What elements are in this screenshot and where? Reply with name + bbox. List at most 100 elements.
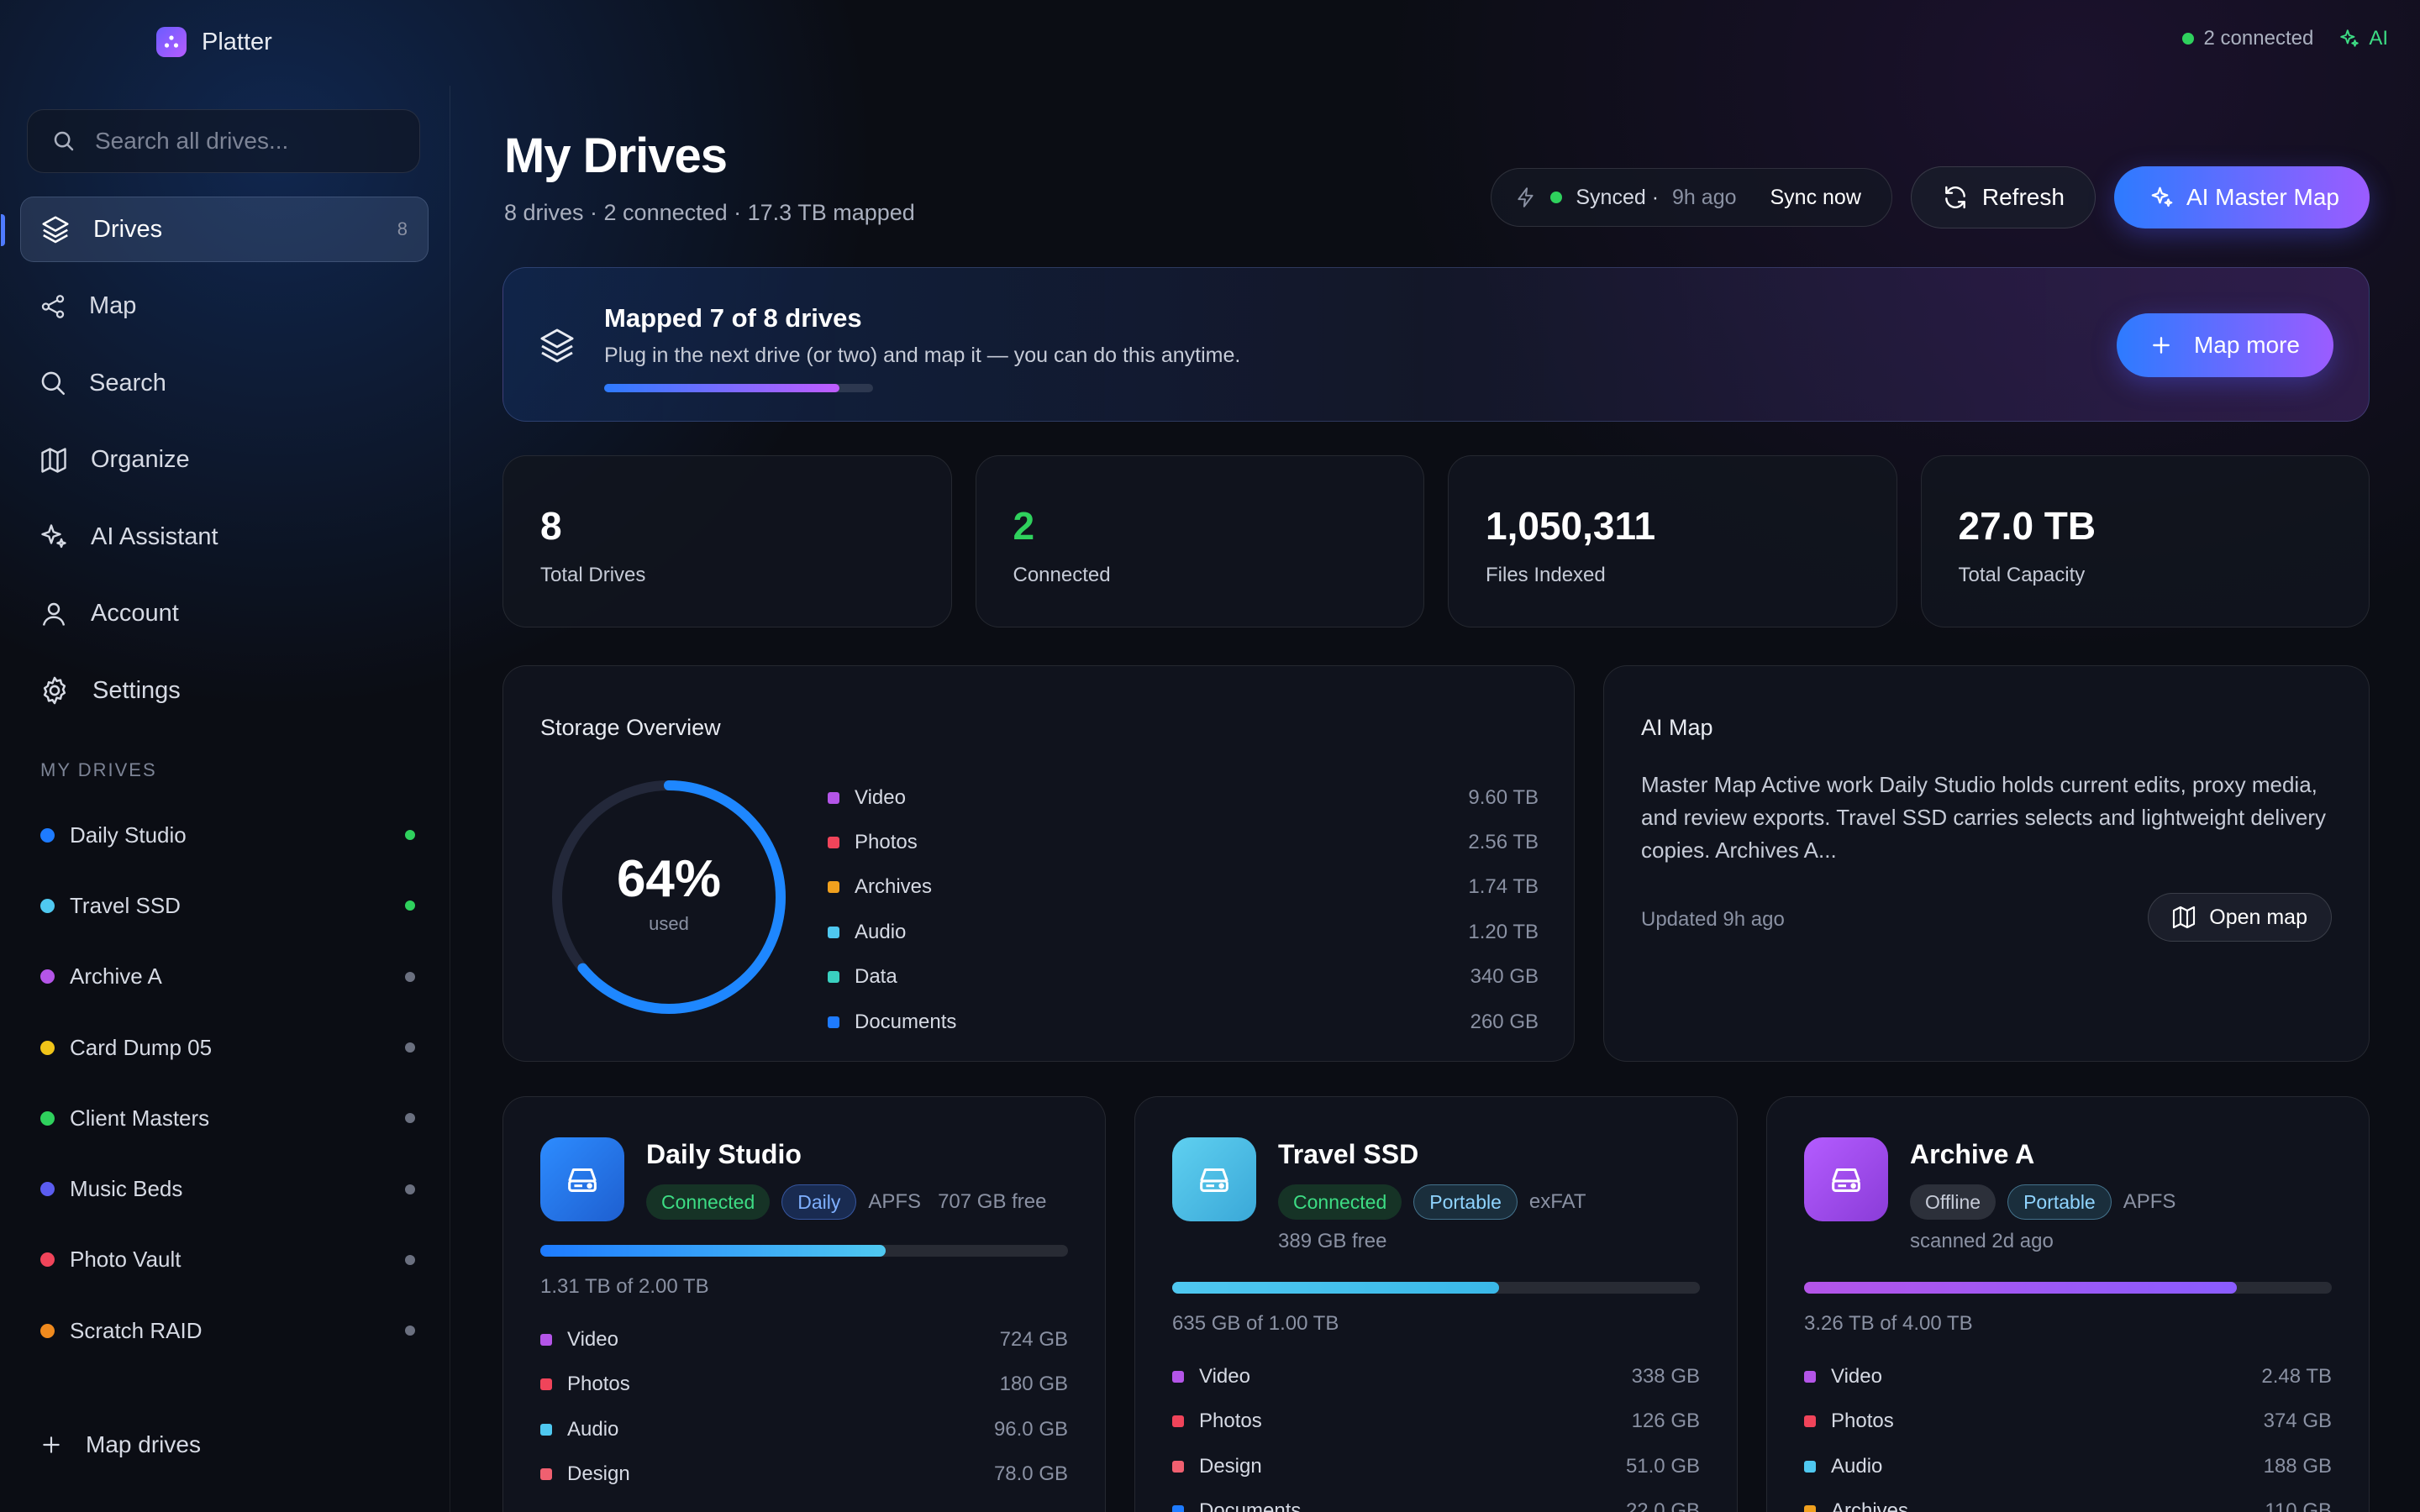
ai-label: AI [2369,27,2388,50]
nav-item-map[interactable]: Map [20,274,429,339]
drive-icon-tile [540,1137,624,1221]
sidebar-drive-scratch-raid[interactable]: Scratch RAID [40,1295,415,1366]
open-map-button[interactable]: Open map [2148,893,2332,942]
drive-color-dot [40,1182,55,1197]
category-value: 2.48 TB [2261,1364,2332,1388]
refresh-label: Refresh [1981,184,2065,210]
connection-status[interactable]: 2 connected [2181,27,2313,50]
map-icon [41,447,66,473]
sidebar-drive-archive-a[interactable]: Archive A [40,942,415,1012]
category-row: Audio 96.0 GB [540,1407,1068,1452]
connected-status-dot [405,830,415,841]
sidebar-drive-music-beds[interactable]: Music Beds [40,1153,415,1224]
ai-master-map-label: AI Master Map [2186,184,2339,210]
map-drives-label: Map drives [86,1431,201,1457]
legend-label: Video [855,785,906,809]
category-swatch [1804,1370,1816,1383]
legend-swatch [828,926,839,938]
capacity-text: 635 GB of 1.00 TB [1172,1312,1339,1335]
category-swatch [1804,1415,1816,1428]
category-value: 126 GB [1631,1410,1700,1433]
sidebar-drive-daily-studio[interactable]: Daily Studio [40,800,415,870]
drive-meta: exFAT [1528,1190,1586,1213]
sync-status-text: Synced · [1576,185,1660,209]
brand[interactable]: Platter [156,27,272,57]
ai-master-map-button[interactable]: AI Master Map [2113,166,2370,228]
nav-label: AI Assistant [91,522,218,550]
drive-name: Archive A [1910,1139,2035,1169]
sidebar-drive-travel-ssd[interactable]: Travel SSD [40,870,415,941]
category-list: Video 2.48 TB Photos 374 GB Audio 188 GB Ar… [1804,1354,2332,1512]
ai-button[interactable]: AI [2338,27,2388,50]
drive-color-dot [40,898,55,913]
category-label: Photos [1199,1410,1262,1433]
category-row: Video 724 GB [540,1317,1068,1362]
sync-time: 9h ago [1672,185,1737,209]
share-nodes-icon [41,294,65,318]
drive-name: Scratch RAID [70,1317,203,1343]
storage-overview-panel: Storage Overview 64% used Video 9.60 TB P… [502,665,1575,1062]
nav-item-drives[interactable]: Drives 8 [1,197,429,262]
nav-item-search[interactable]: Search [20,350,429,416]
sync-status-pill: Synced · 9h ago Sync now [1491,168,1892,227]
drive-color-dot [40,827,55,843]
legend-value: 1.74 TB [1468,875,1539,899]
drive-icon-tile [1804,1137,1888,1221]
nav-item-account[interactable]: Account [20,581,429,647]
stat-label: Total Capacity [1958,564,2086,586]
search-box[interactable] [27,109,420,173]
search-icon [41,371,66,396]
category-row: Video 338 GB [1172,1354,1700,1399]
legend-swatch [828,881,839,894]
map-more-button[interactable]: Map more [2116,313,2333,377]
plus-icon [2153,337,2170,354]
refresh-button[interactable]: Refresh [1910,166,2096,228]
category-value: 22.0 GB [1625,1499,1700,1512]
drive-card-daily-studio[interactable]: Daily Studio Connected Daily APFS 707 GB… [502,1096,1106,1512]
sync-now-button[interactable]: Sync now [1770,186,1861,210]
main-nav: Drives 8 Map Search Organize AI Assistan… [1,197,429,735]
legend-row: Data 340 GB [828,955,1539,1000]
usage-percent: 64% [616,850,722,908]
drive-name: Client Masters [70,1105,210,1131]
drive-card-archive-a[interactable]: Archive A Offline Portable APFS scanned … [1766,1096,2370,1512]
category-label: Documents [1199,1499,1302,1512]
category-row: Audio 188 GB [1804,1444,2332,1489]
stat-connected: 2 Connected [975,455,1424,627]
nav-label: Search [89,369,166,396]
drive-tags: Connected Daily APFS 707 GB free [646,1184,1083,1220]
status-badge: Connected [1278,1184,1402,1220]
drive-card-travel-ssd[interactable]: Travel SSD Connected Portable exFAT 389 … [1134,1096,1738,1512]
sidebar-drive-client-masters[interactable]: Client Masters [40,1083,415,1153]
drive-extra: 389 GB free [1278,1230,1387,1252]
nav-item-organize[interactable]: Organize [20,428,429,493]
usage-label: used [649,913,689,934]
stat-label: Connected [1013,564,1111,586]
gear-icon [43,676,66,705]
map-drives-button[interactable]: Map drives [40,1431,201,1458]
status-badge: Connected [646,1184,771,1220]
nav-item-ai-assistant[interactable]: AI Assistant [20,504,429,570]
drive-name: Travel SSD [1278,1139,1419,1169]
drive-color-dot [40,1323,55,1338]
usage-fill [540,1245,886,1257]
category-value: 338 GB [1631,1364,1700,1388]
category-label: Video [1199,1364,1250,1388]
panel-title: AI Map [1641,715,1713,740]
search-icon [54,131,74,151]
usage-bar [540,1245,1068,1257]
usage-bar [1172,1282,1700,1294]
sparkle-icon [2151,186,2173,207]
sidebar-drive-photo-vault[interactable]: Photo Vault [40,1225,415,1295]
panel-title: Storage Overview [540,715,721,740]
legend-value: 260 GB [1470,1010,1539,1033]
sidebar-drive-card-dump-05[interactable]: Card Dump 05 [40,1012,415,1083]
offline-status-dot [405,1113,415,1124]
sparkle-icon [2340,29,2360,47]
category-value: 724 GB [999,1327,1068,1351]
search-input[interactable] [95,128,414,155]
mapping-progress-bar [604,384,873,392]
legend-label: Data [855,965,897,989]
nav-item-settings[interactable]: Settings [20,658,429,723]
category-label: Archives [1831,1499,1909,1512]
